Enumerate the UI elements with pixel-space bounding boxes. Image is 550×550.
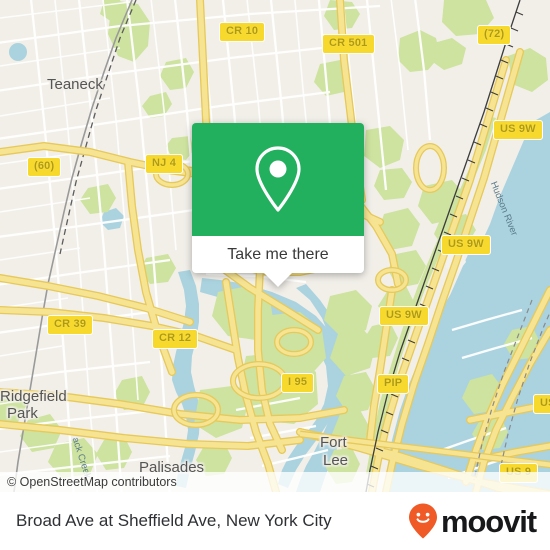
- location-popup-card[interactable]: Take me there: [192, 123, 364, 287]
- road-shield-72[interactable]: (72): [477, 25, 512, 45]
- popup-header: [192, 123, 364, 236]
- road-shield-us-9w-north[interactable]: US 9W: [493, 120, 543, 140]
- road-shield-cr-39[interactable]: CR 39: [47, 315, 94, 335]
- road-shield-60[interactable]: (60): [27, 157, 62, 177]
- moovit-brand[interactable]: moovit: [408, 503, 537, 539]
- location-pin-icon: [255, 145, 301, 212]
- moovit-wordmark: moovit: [440, 503, 537, 539]
- take-me-there-label: Take me there: [227, 245, 329, 263]
- road-shield-pip[interactable]: PIP: [377, 374, 410, 394]
- page-title: Broad Ave at Sheffield Ave, New York Cit…: [16, 511, 332, 530]
- road-shield-cr-501[interactable]: CR 501: [322, 34, 375, 54]
- road-shield-nj-4[interactable]: NJ 4: [145, 154, 184, 174]
- road-shield-i-95[interactable]: I 95: [281, 373, 315, 393]
- map-canvas[interactable]: Teaneck Ridgefield Park Fort Lee Palisad…: [0, 0, 550, 492]
- footer-bar: Broad Ave at Sheffield Ave, New York Cit…: [0, 492, 550, 550]
- moovit-smile-pin-icon: [408, 503, 437, 539]
- take-me-there-button[interactable]: Take me there: [192, 236, 364, 273]
- map-attribution[interactable]: © OpenStreetMap contributors: [0, 472, 550, 492]
- road-shield-us-9w-south[interactable]: US 9W: [379, 306, 429, 326]
- road-shield-cr-10[interactable]: CR 10: [219, 22, 266, 42]
- road-shield-us-clipped[interactable]: US: [533, 394, 550, 414]
- moovit-map-page: Teaneck Ridgefield Park Fort Lee Palisad…: [0, 0, 550, 550]
- road-shield-cr-12[interactable]: CR 12: [152, 329, 199, 349]
- road-shield-us-9w-mid[interactable]: US 9W: [441, 235, 491, 255]
- popup-pointer-tail: [264, 273, 292, 287]
